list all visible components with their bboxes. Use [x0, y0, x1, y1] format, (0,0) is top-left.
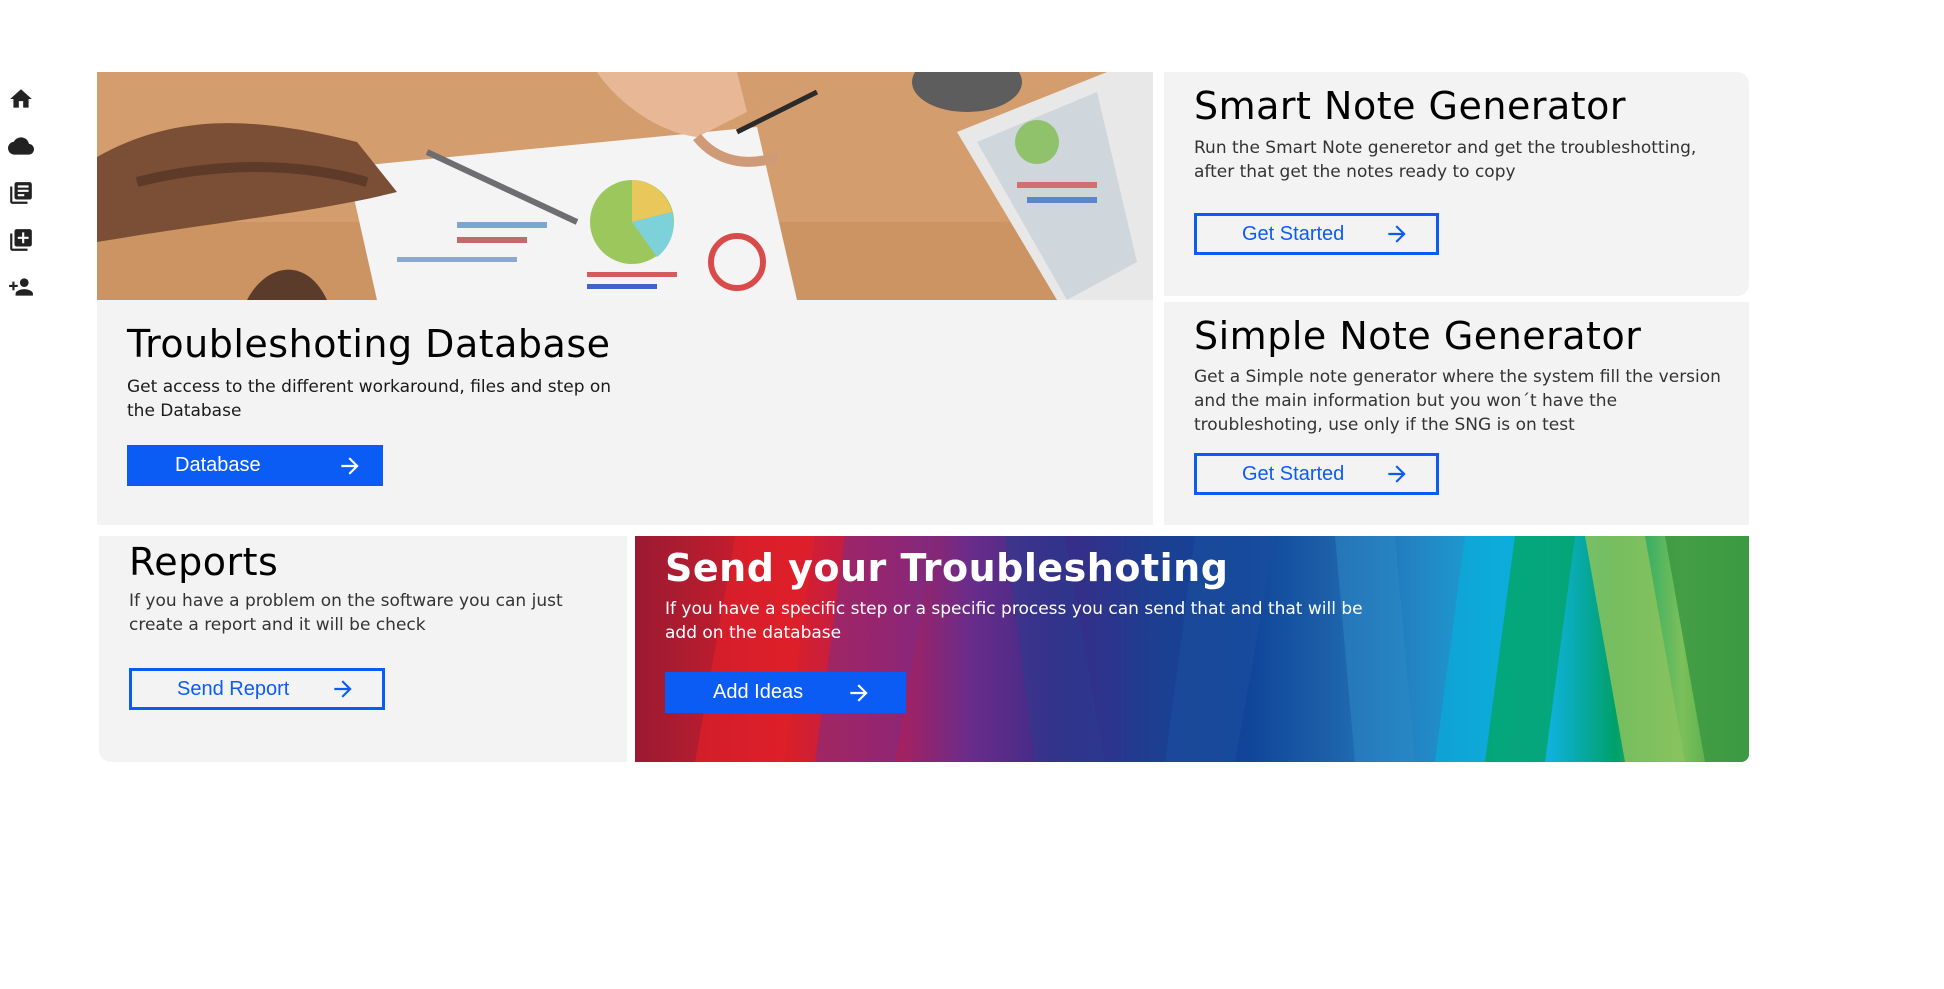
- library-add-icon[interactable]: [8, 227, 34, 253]
- cloud-icon[interactable]: [8, 133, 34, 159]
- simple-note-get-started-button[interactable]: Get Started: [1194, 453, 1439, 495]
- arrow-right-icon: [1388, 225, 1406, 243]
- arrow-right-icon: [334, 680, 352, 698]
- arrow-right-icon: [850, 683, 868, 702]
- button-label: Database: [175, 454, 261, 476]
- card-description: If you have a specific step or a specifi…: [665, 599, 1363, 643]
- card-title: Troubleshoting Database: [127, 322, 611, 366]
- card-title: Send your Troubleshoting: [665, 546, 1229, 590]
- database-button[interactable]: Database: [127, 445, 383, 486]
- button-label: Get Started: [1242, 462, 1345, 485]
- button-label: Send Report: [177, 677, 290, 700]
- card-title: Simple Note Generator: [1194, 314, 1642, 358]
- reports-card: Reports If you have a problem on the sof…: [99, 536, 627, 762]
- card-title: Smart Note Generator: [1194, 84, 1627, 128]
- send-troubleshooting-banner: Send your Troubleshoting If you have a s…: [635, 536, 1749, 762]
- person-add-icon[interactable]: [8, 274, 34, 300]
- card-description: Get a Simple note generator where the sy…: [1194, 367, 1721, 435]
- add-ideas-button[interactable]: Add Ideas: [665, 672, 906, 713]
- card-description: Run the Smart Note generetor and get the…: [1194, 138, 1697, 182]
- home-icon[interactable]: [8, 86, 34, 112]
- button-label: Add Ideas: [713, 681, 804, 703]
- button-label: Get Started: [1242, 222, 1345, 245]
- send-report-button[interactable]: Send Report: [129, 668, 385, 710]
- smart-note-card: Smart Note Generator Run the Smart Note …: [1164, 72, 1749, 296]
- library-books-icon[interactable]: [8, 180, 34, 206]
- database-card: Troubleshoting Database Get access to th…: [97, 72, 1153, 525]
- card-title: Reports: [129, 540, 279, 584]
- card-description: Get access to the different workaround, …: [127, 377, 612, 421]
- card-description: If you have a problem on the software yo…: [129, 591, 563, 635]
- arrow-right-icon: [341, 456, 359, 475]
- arrow-right-icon: [1388, 465, 1406, 483]
- smart-note-get-started-button[interactable]: Get Started: [1194, 213, 1439, 255]
- simple-note-card: Simple Note Generator Get a Simple note …: [1164, 302, 1749, 525]
- hero-image: [97, 72, 1153, 300]
